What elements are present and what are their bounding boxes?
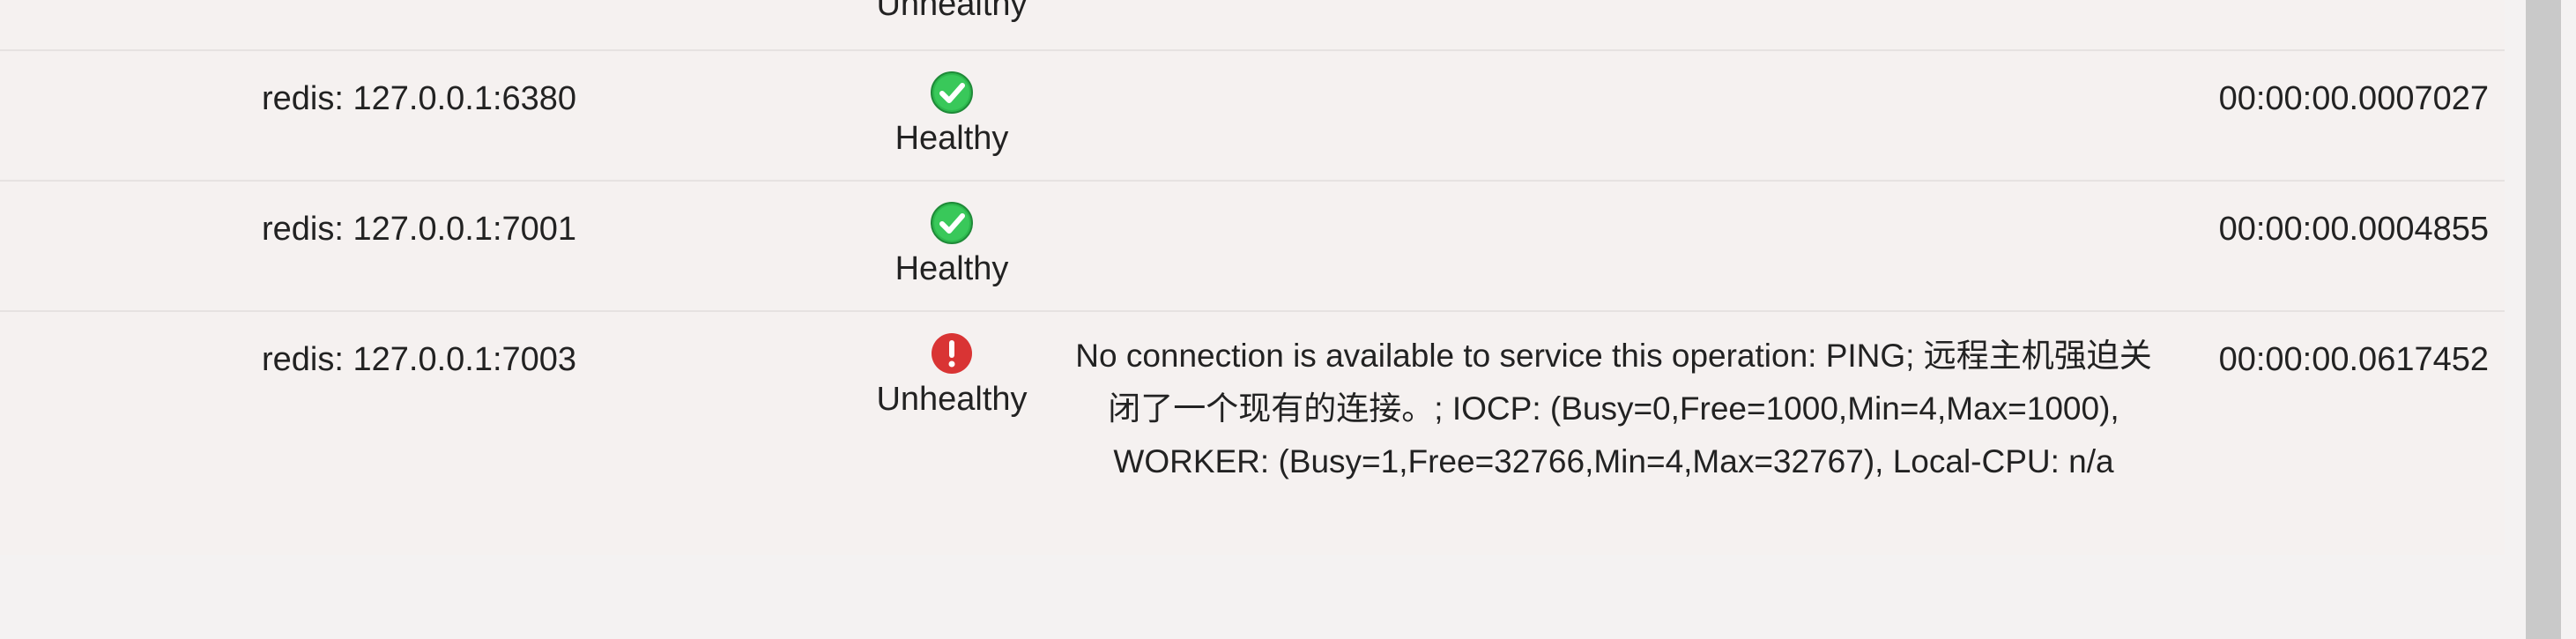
duration-cell: 00:00:00.0007027 xyxy=(2218,80,2489,117)
status-label: Unhealthy xyxy=(876,0,1028,23)
duration-cell: 00:00:00.0617452 xyxy=(2218,341,2489,378)
status-cell: Unhealthy xyxy=(828,0,1075,26)
status-cell: Unhealthy xyxy=(828,331,1075,421)
table-row: Unhealthy xyxy=(0,0,2505,49)
table-row: redis: 127.0.0.1:7001 Healthy 00:00:00.0… xyxy=(0,180,2505,310)
health-checks-table: Unhealthy redis: 127.0.0.1:6380 Healthy … xyxy=(0,0,2505,555)
status-label: Healthy xyxy=(895,250,1009,287)
table-row: redis: 127.0.0.1:6380 Healthy 00:00:00.0… xyxy=(0,49,2505,180)
description-cell: No connection is available to service th… xyxy=(1075,338,2152,479)
status-label: Healthy xyxy=(895,120,1009,157)
check-name: redis: 127.0.0.1:7003 xyxy=(262,341,577,378)
table-row: redis: 127.0.0.1:7003 Unhealthy No conne… xyxy=(0,310,2505,555)
status-cell: Healthy xyxy=(828,201,1075,291)
error-circle-icon xyxy=(932,333,972,374)
check-circle-icon xyxy=(931,202,973,244)
check-name: redis: 127.0.0.1:7001 xyxy=(262,211,577,248)
vertical-scrollbar[interactable] xyxy=(2526,0,2561,639)
status-label: Unhealthy xyxy=(876,381,1028,418)
status-cell: Healthy xyxy=(828,71,1075,160)
health-checks-table-container: Unhealthy redis: 127.0.0.1:6380 Healthy … xyxy=(0,0,2505,639)
duration-cell: 00:00:00.0004855 xyxy=(2218,211,2489,248)
check-name: redis: 127.0.0.1:6380 xyxy=(262,80,577,117)
check-circle-icon xyxy=(931,71,973,114)
